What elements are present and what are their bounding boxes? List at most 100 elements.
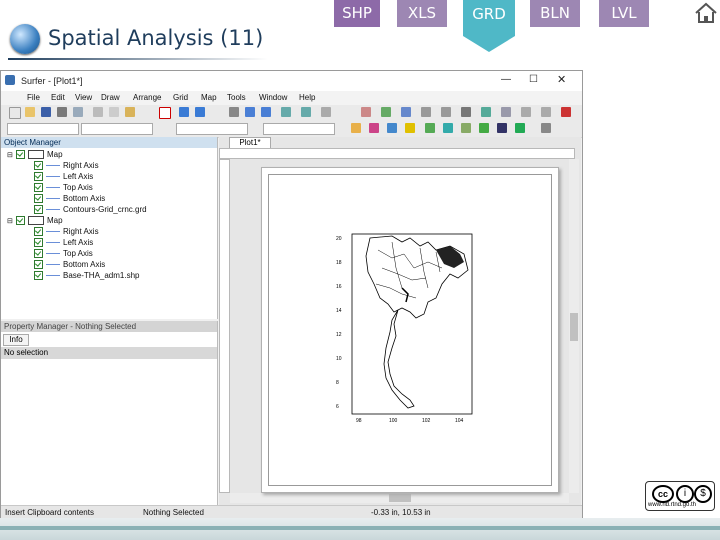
tab-bln[interactable]: BLN	[530, 0, 580, 27]
tree-item[interactable]: ⊟ Map	[7, 149, 63, 160]
line-style-dropdown[interactable]	[7, 123, 79, 135]
map-object-icon	[28, 150, 44, 160]
zoom-in-icon[interactable]	[245, 107, 255, 117]
vector-map-icon[interactable]	[443, 123, 453, 133]
grid-data-icon[interactable]	[541, 123, 551, 133]
visibility-checkbox[interactable]	[16, 150, 25, 160]
tab-shp[interactable]: SHP	[334, 0, 380, 27]
horizontal-scrollbar-thumb[interactable]	[389, 494, 411, 502]
zoom-rect-icon[interactable]	[281, 107, 291, 117]
visibility-checkbox[interactable]	[34, 271, 43, 281]
horizontal-scrollbar[interactable]	[230, 493, 569, 503]
attribution-icon: i	[676, 485, 694, 503]
tree-item[interactable]: Base-THA_adm1.shp	[25, 270, 139, 281]
visibility-checkbox[interactable]	[34, 249, 43, 259]
tab-xls[interactable]: XLS	[397, 0, 447, 27]
tree-item[interactable]: Left Axis	[25, 237, 93, 248]
import-icon[interactable]	[73, 107, 83, 117]
surface-icon[interactable]	[479, 123, 489, 133]
menu-help[interactable]: Help	[299, 93, 315, 102]
vertical-scrollbar[interactable]	[569, 159, 579, 493]
line-icon[interactable]	[521, 107, 531, 117]
visibility-checkbox[interactable]	[34, 227, 43, 237]
spline-icon[interactable]	[501, 107, 511, 117]
expand-toggle-icon[interactable]: ⊟	[7, 150, 14, 161]
zoom-out-icon[interactable]	[261, 107, 271, 117]
3d-surface-icon[interactable]	[515, 123, 525, 133]
close-button[interactable]: ✕	[557, 73, 566, 86]
help-icon[interactable]	[561, 107, 571, 117]
save-icon[interactable]	[41, 107, 51, 117]
font-dropdown[interactable]	[176, 123, 248, 135]
tree-item[interactable]: Bottom Axis	[25, 193, 105, 204]
cut-icon[interactable]	[93, 107, 103, 117]
ellipse-icon[interactable]	[441, 107, 451, 117]
property-tab-info[interactable]: Info	[3, 334, 29, 346]
menu-edit[interactable]: Edit	[51, 93, 65, 102]
visibility-checkbox[interactable]	[34, 260, 43, 270]
tree-item[interactable]: Right Axis	[25, 226, 99, 237]
wireframe-icon[interactable]	[497, 123, 507, 133]
visibility-checkbox[interactable]	[34, 172, 43, 182]
menu-map[interactable]: Map	[201, 93, 217, 102]
tree-item[interactable]: Bottom Axis	[25, 259, 105, 270]
shaded-relief-icon[interactable]	[461, 123, 471, 133]
menu-tools[interactable]: Tools	[227, 93, 246, 102]
post-map-icon[interactable]	[425, 123, 435, 133]
page-canvas[interactable]: 20 18 16 14 12 10 8 6 98 100 102 104	[261, 167, 559, 493]
expand-toggle-icon[interactable]: ⊟	[7, 216, 14, 227]
tree-item[interactable]: ⊟ Map	[7, 215, 63, 226]
paste-special-icon[interactable]	[159, 107, 171, 119]
menu-file[interactable]: File	[27, 93, 40, 102]
map-icon[interactable]	[351, 123, 361, 133]
polyline-icon[interactable]	[381, 107, 391, 117]
print-icon[interactable]	[57, 107, 67, 117]
zoom-page-icon[interactable]	[301, 107, 311, 117]
link-icon[interactable]	[541, 107, 551, 117]
open-icon[interactable]	[25, 107, 35, 117]
map-plot[interactable]: 20 18 16 14 12 10 8 6 98 100 102 104	[332, 228, 492, 428]
tree-item[interactable]: Top Axis	[25, 182, 93, 193]
fill-dropdown[interactable]	[81, 123, 153, 135]
minimize-button[interactable]: —	[501, 74, 511, 85]
tab-grd[interactable]: GRD	[463, 0, 515, 36]
pan-icon[interactable]	[321, 107, 331, 117]
visibility-checkbox[interactable]	[34, 238, 43, 248]
y-tick-label: 14	[336, 308, 342, 314]
paste-icon[interactable]	[125, 107, 135, 117]
select-arrow-icon[interactable]	[229, 107, 239, 117]
visibility-checkbox[interactable]	[34, 161, 43, 171]
reshape-icon[interactable]	[481, 107, 491, 117]
polygon-icon[interactable]	[361, 107, 371, 117]
vertical-scrollbar-thumb[interactable]	[570, 313, 578, 341]
copy-icon[interactable]	[109, 107, 119, 117]
menu-arrange[interactable]: Arrange	[133, 93, 161, 102]
tree-item[interactable]: Contours-Grid_crnc.grd	[25, 204, 147, 215]
layer-icon	[46, 228, 60, 236]
menu-view[interactable]: View	[75, 93, 92, 102]
menu-window[interactable]: Window	[259, 93, 287, 102]
tree-item-label: Right Axis	[63, 161, 99, 170]
menu-grid[interactable]: Grid	[173, 93, 188, 102]
new-icon[interactable]	[9, 107, 21, 119]
visibility-checkbox[interactable]	[34, 205, 43, 215]
visibility-checkbox[interactable]	[16, 216, 25, 226]
text-icon[interactable]	[461, 107, 471, 117]
redo-icon[interactable]	[195, 107, 205, 117]
undo-icon[interactable]	[179, 107, 189, 117]
rectangle-icon[interactable]	[421, 107, 431, 117]
base-map-icon[interactable]	[387, 123, 397, 133]
tree-item[interactable]: Left Axis	[25, 171, 93, 182]
contour-map-icon[interactable]	[369, 123, 379, 133]
menu-draw[interactable]: Draw	[101, 93, 120, 102]
visibility-checkbox[interactable]	[34, 194, 43, 204]
tree-item[interactable]: Top Axis	[25, 248, 93, 259]
home-icon[interactable]	[694, 2, 718, 24]
symbol-icon[interactable]	[401, 107, 411, 117]
image-map-icon[interactable]	[405, 123, 415, 133]
tree-item[interactable]: Right Axis	[25, 160, 99, 171]
visibility-checkbox[interactable]	[34, 183, 43, 193]
maximize-button[interactable]: ☐	[529, 74, 538, 85]
tab-lvl[interactable]: LVL	[599, 0, 649, 27]
font-size-dropdown[interactable]	[263, 123, 335, 135]
